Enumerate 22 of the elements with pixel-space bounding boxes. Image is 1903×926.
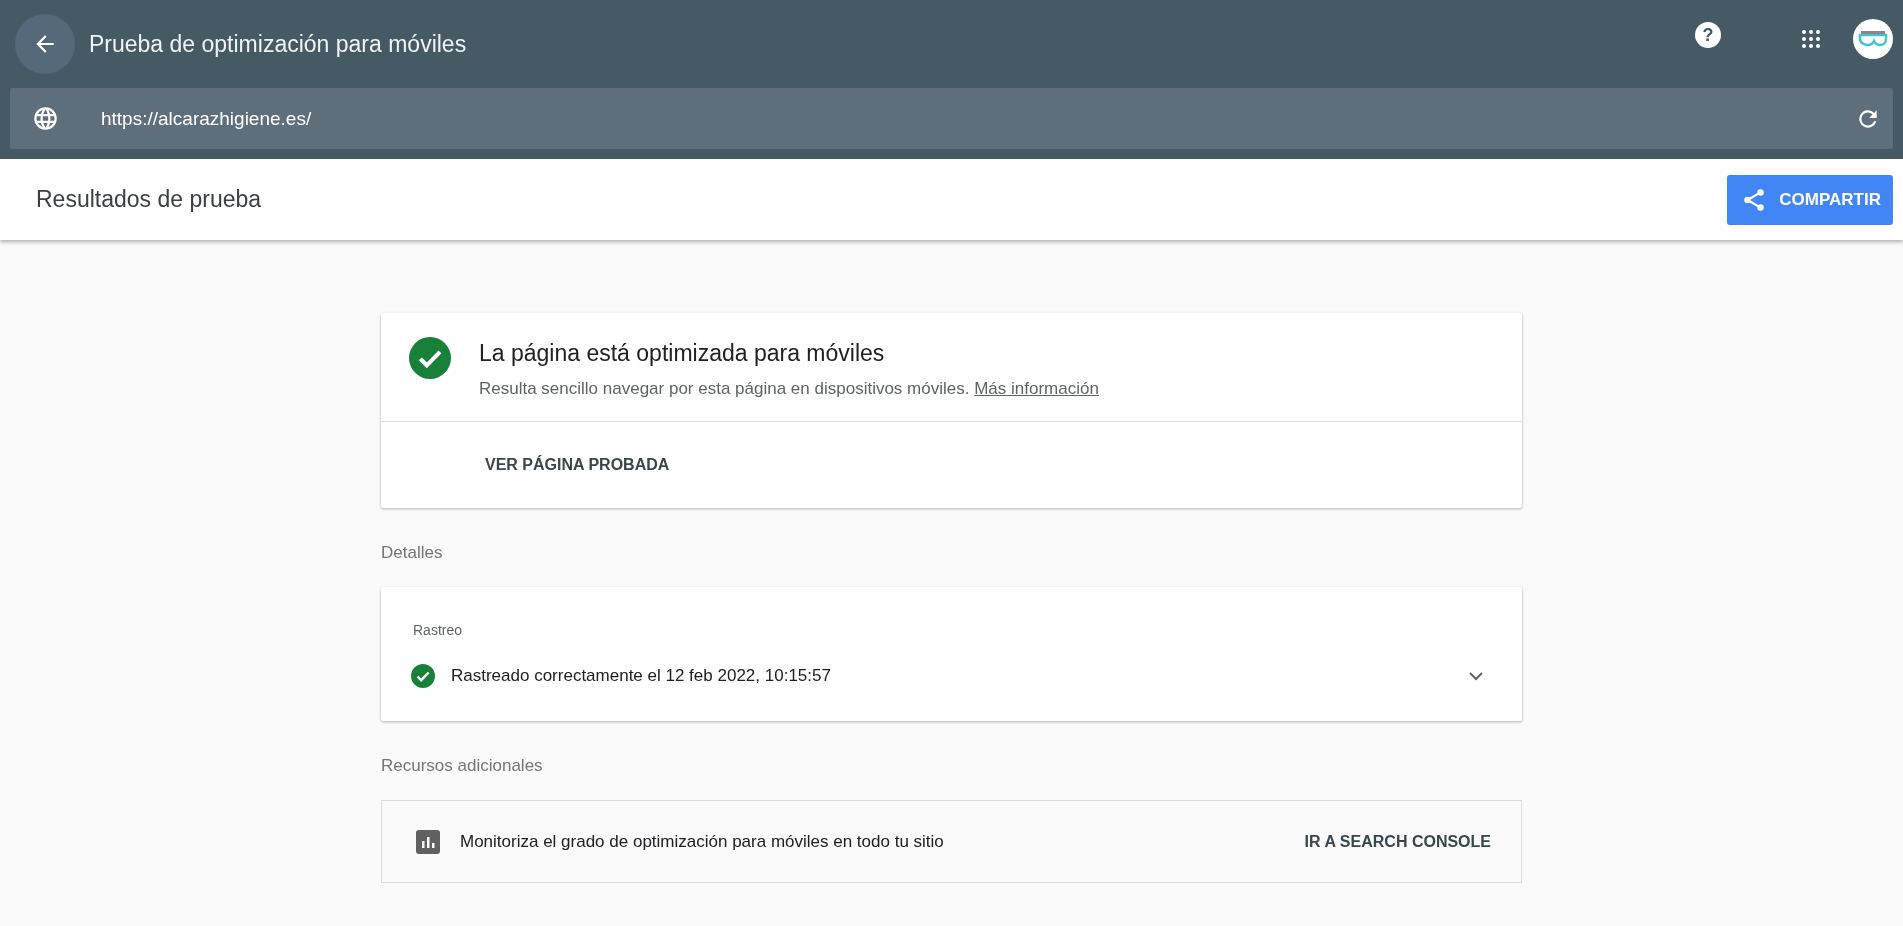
- more-info-link[interactable]: Más información: [974, 379, 1099, 398]
- crawl-label: Rastreo: [413, 622, 464, 638]
- view-tested-page-button[interactable]: VER PÁGINA PROBADA: [485, 456, 670, 474]
- resources-heading: Recursos adicionales: [381, 756, 544, 776]
- url-field[interactable]: https://alcarazhigiene.es/: [99, 106, 1855, 131]
- help-button[interactable]: ?: [1695, 22, 1721, 48]
- details-heading: Detalles: [381, 543, 444, 563]
- result-title: La página está optimizada para móviles: [479, 340, 886, 367]
- results-title: Resultados de prueba: [36, 186, 262, 213]
- avatar-icon[interactable]: [1853, 19, 1893, 59]
- app-title: Prueba de optimización para móviles: [89, 30, 468, 58]
- result-description: Resulta sencillo navegar por esta página en dispositivos móviles. Más información: [479, 379, 1099, 399]
- check-circle-icon: [411, 664, 435, 688]
- apps-grid-icon[interactable]: [1801, 29, 1821, 49]
- globe-icon: [32, 105, 59, 132]
- share-button[interactable]: COMPARTIR: [1727, 174, 1893, 225]
- resource-text: Monitoriza el grado de optimización para móviles en todo tu sitio: [460, 831, 945, 852]
- bar-chart-icon: [416, 829, 440, 854]
- crawl-status: Rastreado correctamente el 12 feb 2022, 10:15:57: [451, 666, 832, 686]
- search-console-link[interactable]: IR A SEARCH CONSOLE: [1304, 832, 1491, 851]
- url-bar[interactable]: https://alcarazhigiene.es/: [10, 88, 1893, 149]
- check-circle-icon: [409, 337, 451, 379]
